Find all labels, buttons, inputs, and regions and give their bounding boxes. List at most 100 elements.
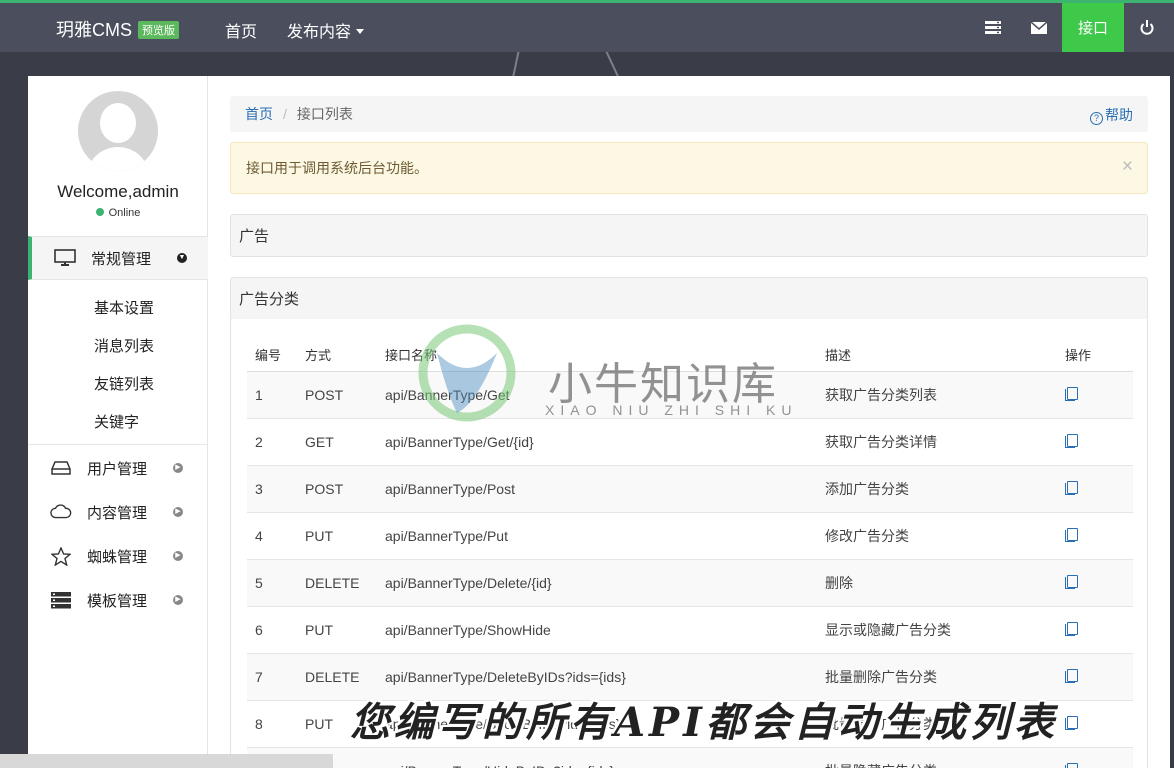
sidebar-item-general[interactable]: 常规管理 ▼ bbox=[28, 236, 208, 280]
cell-desc: 添加广告分类 bbox=[817, 464, 1057, 512]
caret-down-icon bbox=[356, 29, 365, 34]
info-alert: 接口用于调用系统后台功能。 × bbox=[230, 142, 1148, 194]
sidebar-item-label: 蜘蛛管理 bbox=[87, 548, 148, 566]
cell-method: POST bbox=[297, 370, 377, 418]
cloud-icon bbox=[50, 502, 72, 522]
sidebar-subitem-messages[interactable]: 消息列表 bbox=[94, 335, 154, 356]
table-row: 4 PUT api/BannerType/Put 修改广告分类 bbox=[247, 511, 1133, 559]
nav-home-link[interactable]: 首页 bbox=[225, 18, 257, 42]
sidebar-item-content[interactable]: 内容管理 ▶ bbox=[28, 490, 208, 534]
sidebar-subitem-keywords[interactable]: 关键字 bbox=[94, 411, 139, 432]
breadcrumb: 首页 / 接口列表 ? 帮助 bbox=[230, 96, 1148, 132]
header-no: 编号 bbox=[247, 339, 297, 372]
cell-method: PUT bbox=[297, 605, 377, 653]
table-row: 6 PUT api/BannerType/ShowHide 显示或隐藏广告分类 bbox=[247, 605, 1133, 653]
section-header-ad-category[interactable]: 广告分类 bbox=[230, 277, 1148, 320]
sidebar: Welcome,admin Online 常规管理 ▼ 基本设置 消息列表 友链… bbox=[28, 76, 208, 768]
copy-icon[interactable] bbox=[1065, 527, 1078, 542]
cell-desc: 获取广告分类详情 bbox=[817, 417, 1057, 465]
table-row: api/BannerType/HideByIDs?ids={ids}批量隐藏广告… bbox=[247, 746, 1133, 768]
main-panel: Welcome,admin Online 常规管理 ▼ 基本设置 消息列表 友链… bbox=[28, 76, 1170, 768]
copy-icon[interactable] bbox=[1065, 386, 1078, 401]
cell-method: POST bbox=[297, 464, 377, 512]
avatar bbox=[78, 91, 158, 171]
close-icon[interactable]: × bbox=[1122, 156, 1133, 178]
copy-icon[interactable] bbox=[1065, 762, 1078, 768]
cell-no: 6 bbox=[247, 605, 297, 653]
power-icon[interactable] bbox=[1124, 3, 1170, 52]
divider bbox=[28, 444, 208, 445]
copy-icon[interactable] bbox=[1065, 715, 1078, 730]
section-header-ad[interactable]: 广告 bbox=[230, 214, 1148, 257]
cell-actions bbox=[1057, 370, 1133, 418]
copy-icon[interactable] bbox=[1065, 433, 1078, 448]
help-link[interactable]: ? 帮助 bbox=[1090, 105, 1133, 125]
drive-icon bbox=[50, 458, 72, 478]
sidebar-subitem-links[interactable]: 友链列表 bbox=[94, 373, 154, 394]
alert-text: 接口用于调用系统后台功能。 bbox=[246, 160, 428, 176]
table-row: 5 DELETE api/BannerType/Delete/{id} 删除 bbox=[247, 558, 1133, 606]
breadcrumb-current: 接口列表 bbox=[296, 106, 353, 122]
horizontal-scrollbar[interactable] bbox=[0, 754, 333, 768]
cell-actions bbox=[1057, 605, 1133, 653]
list-icon[interactable] bbox=[970, 3, 1016, 52]
cell-no: 2 bbox=[247, 417, 297, 465]
cell-method: DELETE bbox=[297, 558, 377, 606]
header-desc: 描述 bbox=[817, 339, 1057, 372]
caption-overlay: 您编写的所有API都会自动生成列表 bbox=[350, 699, 1058, 746]
question-circle-icon: ? bbox=[1090, 112, 1103, 125]
watermark-subtitle: XIAO NIU ZHI SHI KU bbox=[545, 402, 798, 418]
cell-desc: 获取广告分类列表 bbox=[817, 370, 1057, 418]
api-button[interactable]: 接口 bbox=[1062, 3, 1124, 52]
nav-publish-dropdown[interactable]: 发布内容 bbox=[287, 18, 365, 42]
header-method: 方式 bbox=[297, 339, 377, 372]
nav-publish-label: 发布内容 bbox=[287, 24, 352, 41]
cell-path: api/BannerType/Get/{id} bbox=[377, 417, 817, 465]
cell-actions bbox=[1057, 699, 1133, 747]
chevron-down-icon: ▼ bbox=[177, 253, 187, 263]
cell-path: api/BannerType/ShowHide bbox=[377, 605, 817, 653]
table-row: 3 POST api/BannerType/Post 添加广告分类 bbox=[247, 464, 1133, 512]
sidebar-item-templates[interactable]: 模板管理 ▶ bbox=[28, 578, 208, 622]
breadcrumb-separator: / bbox=[283, 106, 287, 122]
top-navbar: 玥雅CMS 预览版 首页 发布内容 接口 bbox=[0, 0, 1174, 52]
sidebar-item-label: 模板管理 bbox=[87, 592, 148, 610]
cell-actions bbox=[1057, 746, 1133, 768]
brand-logo[interactable]: 玥雅CMS 预览版 bbox=[56, 16, 179, 42]
cell-method: PUT bbox=[297, 511, 377, 559]
cell-actions bbox=[1057, 511, 1133, 559]
cell-no: 4 bbox=[247, 511, 297, 559]
cell-method: GET bbox=[297, 417, 377, 465]
cell-actions bbox=[1057, 558, 1133, 606]
cell-desc: 修改广告分类 bbox=[817, 511, 1057, 559]
copy-icon[interactable] bbox=[1065, 480, 1078, 495]
envelope-icon[interactable] bbox=[1016, 3, 1062, 52]
sidebar-item-label: 常规管理 bbox=[91, 250, 152, 268]
table-row: 2 GET api/BannerType/Get/{id} 获取广告分类详情 bbox=[247, 417, 1133, 465]
cell-desc: 显示或隐藏广告分类 bbox=[817, 605, 1057, 653]
preview-badge: 预览版 bbox=[138, 21, 179, 39]
cell-actions bbox=[1057, 652, 1133, 700]
cell-path: api/BannerType/Delete/{id} bbox=[377, 558, 817, 606]
cell-no: 1 bbox=[247, 370, 297, 418]
breadcrumb-home-link[interactable]: 首页 bbox=[245, 104, 273, 124]
cell-no: 8 bbox=[247, 699, 297, 747]
sidebar-subitem-basic-settings[interactable]: 基本设置 bbox=[94, 297, 154, 318]
cell-no: 7 bbox=[247, 652, 297, 700]
copy-icon[interactable] bbox=[1065, 621, 1078, 636]
copy-icon[interactable] bbox=[1065, 574, 1078, 589]
sidebar-item-spider[interactable]: 蜘蛛管理 ▶ bbox=[28, 534, 208, 578]
cell-desc: 删除 bbox=[817, 558, 1057, 606]
cell-no: 5 bbox=[247, 558, 297, 606]
cell-no: 3 bbox=[247, 464, 297, 512]
welcome-text: Welcome,admin bbox=[57, 182, 179, 201]
cell-actions bbox=[1057, 464, 1133, 512]
chevron-right-icon: ▶ bbox=[173, 507, 183, 517]
status-dot-icon bbox=[95, 208, 104, 216]
chevron-right-icon: ▶ bbox=[173, 595, 183, 605]
copy-icon[interactable] bbox=[1065, 668, 1078, 683]
sidebar-item-label: 内容管理 bbox=[87, 504, 148, 522]
cell-path: api/BannerType/Post bbox=[377, 464, 817, 512]
cell-path: api/BannerType/HideByIDs?ids={ids} bbox=[377, 746, 817, 768]
sidebar-item-users[interactable]: 用户管理 ▶ bbox=[28, 446, 208, 490]
